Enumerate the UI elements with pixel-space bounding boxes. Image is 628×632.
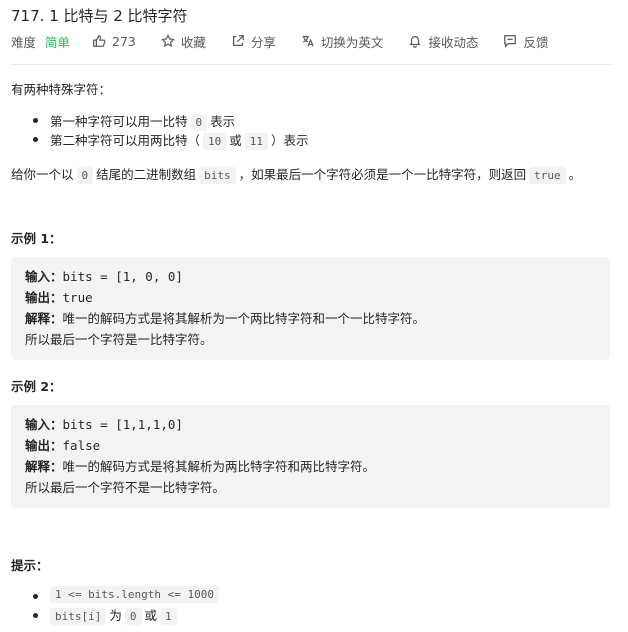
bullet-dot [33,137,38,142]
bell-icon [409,36,422,48]
example-1-block: 输入：bits = [1, 0, 0] 输出：true 解释：唯一的解码方式是将… [11,257,610,360]
problem-title: 717. 1 比特与 2 比特字符 [11,7,188,25]
bullet-dot [33,613,38,618]
hint-text: 为 [109,608,122,623]
list-item: 第一种字符可以用一比特 0 表示 [50,111,236,131]
explain-value: 唯一的解码方式是将其解析为一个两比特字符和一个一比特字符。 [62,311,426,326]
bullet-text: 第一种字符可以用一比特 [50,114,188,129]
inline-code: 0 [124,608,142,625]
share-button[interactable]: 分享 [231,32,276,51]
explain-label: 解释： [25,459,63,474]
problem-toolbar: 难度 简单 273 收藏 分享 切换为英文 接收动态 反馈 [11,32,573,50]
example-2-block: 输入：bits = [1,1,1,0] 输出：false 解释：唯一的解码方式是… [11,405,610,508]
task-text: 。 [568,167,582,182]
explain-extra: 所以最后一个字符不是一比特字符。 [25,480,226,495]
inline-code: 10 [203,133,227,150]
list-item: 第二种字符可以用两比特（ 10 或 11 ）表示 [50,130,309,150]
output-label: 输出： [25,290,63,305]
notify-label: 接收动态 [428,34,479,50]
hint-text: 或 [144,608,158,623]
list-item: bits[i] 为 0 或 1 [50,605,180,625]
star-icon [161,34,175,48]
task-description: 给你一个以 0 结尾的二进制数组 bits ，如果最后一个字符必须是一个一比特字符，则返… [11,164,582,184]
inline-code: 1 <= bits.length <= 1000 [50,586,219,603]
input-label: 输入： [25,269,63,284]
bullet-dot [33,118,38,123]
list-item: 1 <= bits.length <= 1000 [50,586,222,603]
thumbs-up-icon [93,35,106,47]
feedback-icon [504,35,517,48]
hints-heading: 提示： [11,558,49,573]
bullet-dot [33,594,38,599]
inline-code: 1 [160,608,177,625]
like-count: 273 [112,33,136,49]
inline-code: 0 [190,114,208,131]
translate-label: 切换为英文 [320,34,384,50]
output-value: false [62,438,101,453]
inline-code: bits [199,167,236,184]
header-divider [11,64,611,65]
notify-button[interactable]: 接收动态 [408,32,478,51]
like-button[interactable]: 273 [92,34,136,49]
inline-code: true [529,167,566,184]
output-label: 输出： [25,438,63,453]
translate-button[interactable]: 切换为英文 [301,32,384,51]
difficulty-value: 简单 [45,34,71,50]
feedback-label: 反馈 [523,34,549,50]
input-label: 输入： [25,417,63,432]
difficulty-label: 难度 [11,34,37,50]
translate-icon [302,35,314,47]
output-value: true [62,290,93,305]
favorite-button[interactable]: 收藏 [161,32,206,51]
inline-code: bits[i] [50,608,107,625]
favorite-label: 收藏 [180,34,206,50]
explain-label: 解释： [25,311,63,326]
bullet-text: 表示 [210,114,236,129]
bullet-text: 第二种字符可以用两比特（ [50,133,201,148]
inline-code: 0 [76,167,94,184]
bullet-text: ）表示 [271,133,309,148]
explain-extra: 所以最后一个字符是一比特字符。 [25,332,213,347]
inline-code: 11 [244,133,269,150]
example-1-heading: 示例 1： [11,231,62,246]
intro-text: 有两种特殊字符： [11,82,112,97]
share-icon [232,35,244,46]
task-text: 给你一个以 [11,167,74,182]
explain-value: 唯一的解码方式是将其解析为两比特字符和两比特字符。 [62,459,376,474]
task-text: 结尾的二进制数组 [96,167,197,182]
input-value: bits = [1, 0, 0] [62,269,183,284]
input-value: bits = [1,1,1,0] [62,417,183,432]
task-text: ，如果最后一个字符必须是一个一比特字符，则返回 [238,167,527,182]
feedback-button[interactable]: 反馈 [503,32,548,51]
example-2-heading: 示例 2： [11,379,62,394]
share-label: 分享 [250,34,276,50]
bullet-text: 或 [229,133,242,148]
